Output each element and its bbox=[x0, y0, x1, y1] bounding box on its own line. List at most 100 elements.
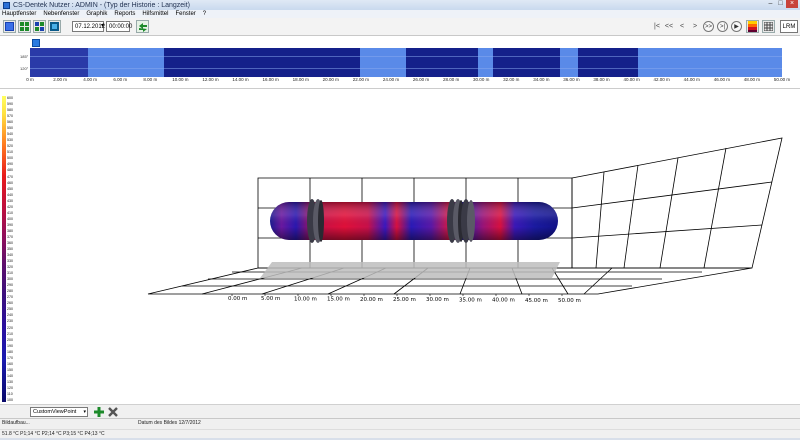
length-axis-label: 20.00 m bbox=[360, 297, 383, 303]
timeline-strip[interactable] bbox=[30, 48, 782, 77]
tile-grid-button[interactable] bbox=[33, 20, 46, 33]
color-scale-bar bbox=[2, 96, 6, 402]
timeline-tick-label: 18.00 m bbox=[292, 77, 309, 82]
menu-item-graphik[interactable]: Graphik bbox=[86, 11, 107, 17]
timeline-tick-label: 32.00 m bbox=[503, 77, 520, 82]
timeline-tick-label: 22.00 m bbox=[352, 77, 370, 82]
date-input[interactable]: 07.12.2012 bbox=[72, 21, 105, 32]
timeline-tick-label: 42.00 m bbox=[653, 77, 670, 82]
timeline-tick-label: 50.00 m bbox=[773, 77, 791, 82]
delete-view-icon[interactable] bbox=[107, 406, 119, 418]
menu-item-hilfsmittel[interactable]: Hilfsmittel bbox=[142, 11, 168, 17]
timeline-tick-label: 20.00 m bbox=[322, 77, 339, 82]
window-layout-button[interactable] bbox=[3, 20, 16, 33]
status-row-secondary: 51.8 °C P1;14 °C P2;14 °C P3;15 °C P4;13… bbox=[0, 429, 800, 438]
refresh-button[interactable] bbox=[136, 20, 149, 33]
tile-green-button[interactable] bbox=[18, 20, 31, 33]
tile-grid-icon bbox=[35, 22, 44, 31]
timeline-segment bbox=[30, 56, 782, 57]
length-axis-label: 45.00 m bbox=[525, 298, 548, 304]
nav-next-button[interactable]: > bbox=[690, 21, 700, 32]
color-scale-legend: 600 590 580 570 560 550 540 530 520 510 500 490 480 4… bbox=[2, 96, 13, 402]
timeline-segment bbox=[560, 48, 578, 77]
refresh-arrows-icon bbox=[138, 22, 147, 32]
minimize-icon[interactable]: – bbox=[766, 0, 775, 8]
timeline-tick-label: 14.00 m bbox=[232, 77, 249, 82]
nav-prev-button[interactable]: < bbox=[677, 21, 687, 32]
timeline-segment bbox=[478, 48, 493, 77]
lrm-button[interactable]: LRM bbox=[780, 20, 798, 33]
play-button[interactable]: ▶ bbox=[731, 21, 742, 32]
application-window: CS-Dentek Nutzer : ADMIN - (Typ der Hist… bbox=[0, 0, 800, 440]
length-axis-label: 35.00 m bbox=[459, 297, 482, 303]
nav-first-button[interactable]: |< bbox=[652, 21, 662, 32]
pipe-ring-1 bbox=[307, 199, 324, 243]
menu-item-reports[interactable]: Reports bbox=[114, 11, 135, 17]
timeline-tick-label: 8.00 m bbox=[143, 77, 158, 82]
toolbar: 07.12.2012 ▾ 00:00:00 |< << < > >> >| ▶ … bbox=[0, 18, 800, 36]
close-icon[interactable]: × bbox=[786, 0, 798, 8]
temperature-readings: 51.8 °C P1;14 °C P2;14 °C P3;15 °C P4;13… bbox=[2, 431, 105, 437]
timeline-tick-label: 48.00 m bbox=[743, 77, 761, 82]
timeline-tick-label: 44.00 m bbox=[683, 77, 700, 82]
length-axis-labels: 0.00 m 5.00 m 10.00 m 15.00 m 20.00 m 25.00 m… bbox=[228, 294, 581, 304]
timeline-tick-label: 10.00 m bbox=[172, 77, 189, 82]
status-bar: Bildaufbau... Datum des Bildes 12/7/2012… bbox=[0, 418, 800, 440]
add-view-icon[interactable] bbox=[93, 406, 105, 418]
nav-last-button[interactable]: >| bbox=[717, 21, 728, 32]
timeline-segment bbox=[360, 48, 406, 77]
view-controls: CustomViewPoint ▾ bbox=[0, 404, 800, 418]
timeline-tick-label: 40.00 m bbox=[623, 77, 640, 82]
status-text: Bildaufbau... bbox=[2, 420, 30, 426]
viewpoint-select[interactable]: CustomViewPoint ▾ bbox=[30, 407, 88, 417]
grid-icon bbox=[764, 22, 773, 31]
timeline-tick-label: 16.00 m bbox=[262, 77, 279, 82]
viewpoint-select-value: CustomViewPoint bbox=[33, 409, 77, 415]
window-title: CS-Dentek Nutzer : ADMIN - (Typ der Hist… bbox=[13, 1, 190, 9]
menu-item-fenster[interactable]: Fenster bbox=[175, 11, 195, 17]
blue-square-icon bbox=[5, 22, 14, 31]
timeline-tick-label: 46.00 m bbox=[713, 77, 730, 82]
maximize-icon[interactable]: □ bbox=[776, 0, 785, 8]
timeline-tick-label: 34.00 m bbox=[533, 77, 550, 82]
export-button[interactable] bbox=[48, 20, 61, 33]
length-axis-label: 10.00 m bbox=[294, 296, 317, 302]
timeline-segment bbox=[88, 48, 164, 77]
menu-item-nebenfenster[interactable]: Nebenfenster bbox=[43, 11, 79, 17]
title-bar: CS-Dentek Nutzer : ADMIN - (Typ der Hist… bbox=[0, 0, 800, 10]
export-icon bbox=[50, 22, 59, 31]
app-icon bbox=[3, 1, 10, 9]
3d-view[interactable]: 0.00 m 5.00 m 10.00 m 15.00 m 20.00 m 25.00 m… bbox=[12, 90, 800, 402]
length-axis-label: 15.00 m bbox=[327, 297, 350, 303]
timeline-segment bbox=[30, 48, 88, 77]
timeline-tick-label: 2.00 m bbox=[53, 77, 67, 82]
tube-shadow bbox=[260, 262, 560, 278]
chevron-down-icon: ▾ bbox=[83, 409, 86, 415]
status-row-primary: Bildaufbau... Datum des Bildes 12/7/2012 bbox=[0, 420, 800, 429]
timeline-tick-label: 26.00 m bbox=[412, 77, 430, 82]
nav-forward-button[interactable]: >> bbox=[703, 21, 714, 32]
heatmap-button[interactable] bbox=[746, 20, 759, 33]
menu-item-hauptfenster[interactable]: Hauptfenster bbox=[2, 11, 36, 17]
length-axis-label: 50.00 m bbox=[558, 298, 581, 304]
timeline-panel: 185° 120° 0 m 2.00 m 4.00 m 6.00 m 8.00 m 10.… bbox=[0, 37, 800, 89]
timeline-tick-label: 38.00 m bbox=[593, 77, 610, 82]
window-controls: – □ × bbox=[765, 0, 798, 8]
timeline-tick-label: 24.00 m bbox=[382, 77, 400, 82]
image-date-label: Datum des Bildes 12/7/2012 bbox=[138, 420, 201, 426]
timeline-tick-label: 28.00 m bbox=[442, 77, 460, 82]
timeline-indicator-icon[interactable] bbox=[32, 39, 40, 47]
timeline-tick-label: 4.00 m bbox=[83, 77, 98, 82]
timeline-segments bbox=[30, 48, 782, 77]
menu-item-help[interactable]: ? bbox=[203, 11, 206, 17]
side-wall-grid bbox=[571, 137, 783, 269]
grid-settings-button[interactable] bbox=[762, 20, 775, 33]
length-axis-label: 30.00 m bbox=[426, 297, 449, 303]
timeline-tick-label: 12.00 m bbox=[202, 77, 219, 82]
date-dropdown-icon[interactable]: ▾ bbox=[101, 22, 104, 29]
time-input[interactable]: 00:00:00 bbox=[106, 21, 132, 32]
nav-rewind-button[interactable]: << bbox=[664, 21, 674, 32]
timeline-segment bbox=[30, 68, 782, 69]
menu-bar: Hauptfenster Nebenfenster Graphik Report… bbox=[0, 10, 800, 18]
length-axis-label: 25.00 m bbox=[393, 297, 416, 303]
